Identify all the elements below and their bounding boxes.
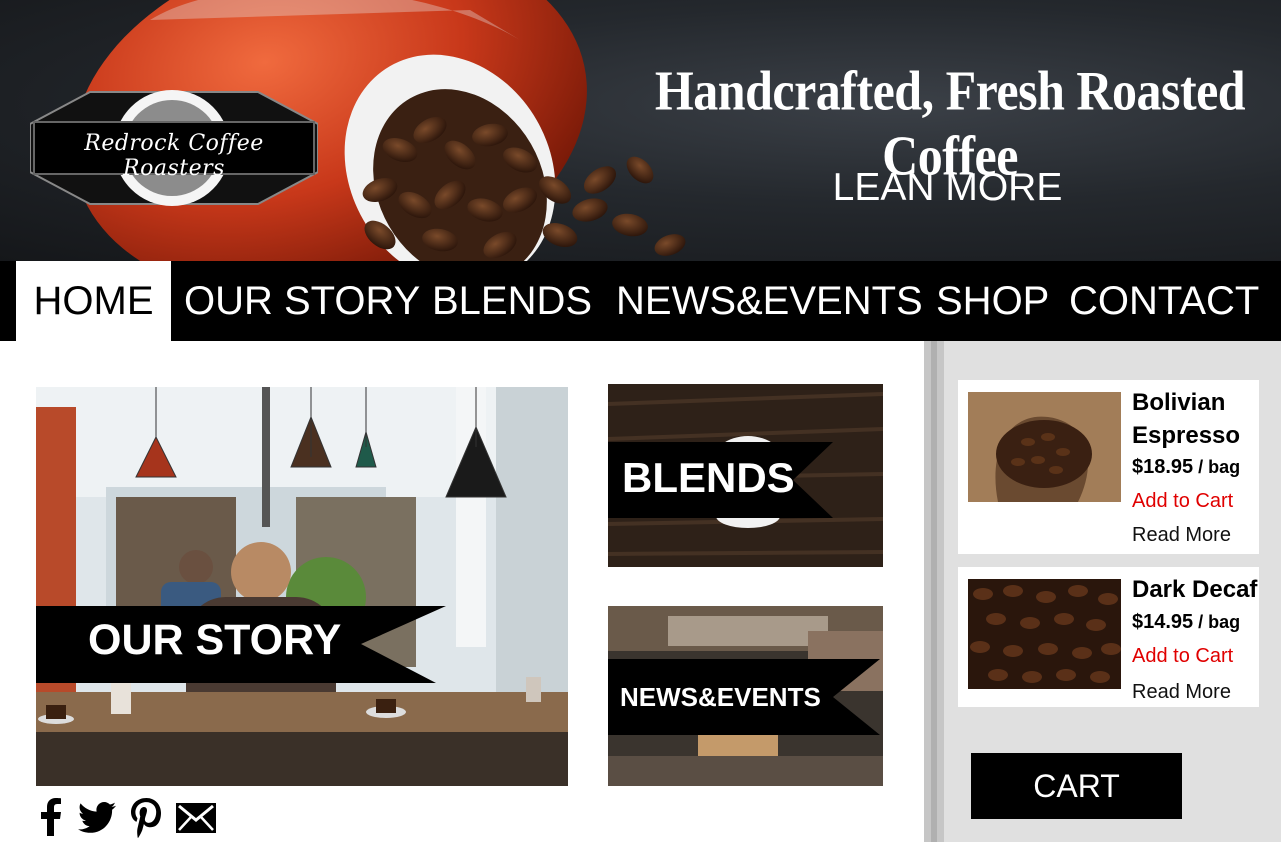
nav-item-home[interactable]: HOME	[16, 261, 171, 341]
product-name[interactable]: Dark Decaf	[1132, 573, 1267, 606]
mail-icon[interactable]	[176, 803, 216, 833]
nav-item-blends[interactable]: BLENDS	[432, 261, 592, 341]
our-story-banner	[36, 606, 446, 683]
read-more-link[interactable]: Read More	[1132, 524, 1231, 547]
product-price: $14.95 / bag	[1132, 611, 1240, 634]
nav-item-shop[interactable]: SHOP	[936, 261, 1049, 341]
price-value: $18.95	[1132, 456, 1194, 478]
blends-label: BLENDS	[622, 454, 795, 501]
sidebar-divider-line	[931, 341, 937, 842]
add-to-cart-button[interactable]: Add to Cart	[1132, 645, 1233, 668]
price-unit: / bag	[1193, 612, 1241, 632]
news-events-label: NEWS&EVENTS	[620, 682, 821, 712]
nav-item-contact[interactable]: CONTACT	[1069, 261, 1259, 341]
product-name[interactable]: Bolivian Espresso	[1132, 386, 1267, 452]
logo-text: Redrock Coffee Roasters	[84, 131, 264, 181]
news-events-tile[interactable]: NEWS&EVENTS	[608, 606, 883, 786]
product-card: Dark Decaf $14.95 / bag Add to Cart Read…	[958, 567, 1259, 707]
coffee-beans-image[interactable]	[968, 579, 1121, 689]
main-nav: HOME OUR STORY BLENDS NEWS&EVENTS SHOP C…	[0, 261, 1281, 341]
coffee-sack-image[interactable]	[968, 392, 1121, 502]
our-story-tile[interactable]: OUR STORY	[36, 387, 568, 786]
nav-item-our-story[interactable]: OUR STORY	[184, 261, 420, 341]
read-more-link[interactable]: Read More	[1132, 681, 1231, 704]
price-value: $14.95	[1132, 611, 1194, 633]
product-card: Bolivian Espresso $18.95 / bag Add to Ca…	[958, 380, 1259, 554]
cart-button[interactable]: CART	[971, 753, 1182, 819]
hero-banner: Redrock Coffee Roasters Handcrafted, Fre…	[0, 0, 1281, 261]
brand-logo[interactable]: Redrock Coffee Roasters	[29, 84, 319, 212]
add-to-cart-button[interactable]: Add to Cart	[1132, 490, 1233, 513]
product-price: $18.95 / bag	[1132, 456, 1240, 479]
twitter-icon[interactable]	[78, 802, 116, 833]
learn-more-link[interactable]: LEAN MORE	[800, 166, 1095, 210]
pinterest-icon[interactable]	[130, 798, 162, 838]
price-unit: / bag	[1193, 457, 1241, 477]
our-story-label: OUR STORY	[88, 616, 342, 664]
facebook-icon[interactable]	[38, 798, 62, 836]
nav-item-news-events[interactable]: NEWS&EVENTS	[616, 261, 923, 341]
blends-tile[interactable]: BLENDS	[608, 384, 883, 567]
